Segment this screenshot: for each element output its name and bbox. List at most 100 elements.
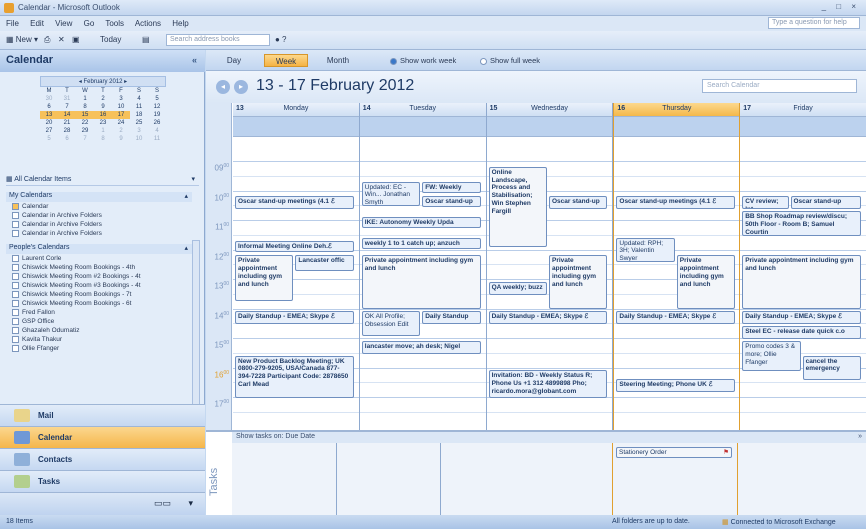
menu-view[interactable]: View — [55, 19, 72, 28]
show-work-week-radio[interactable]: Show work week — [390, 56, 456, 65]
mini-calendar-day[interactable]: 19 — [148, 111, 166, 119]
calendar-checkbox[interactable] — [12, 273, 19, 280]
all-day-area[interactable] — [614, 117, 740, 137]
mini-calendar-day[interactable]: 8 — [76, 103, 94, 111]
new-button[interactable]: ▦ New ▾ — [6, 35, 38, 44]
nav-button-calendar[interactable]: Calendar — [0, 426, 205, 448]
calendar-event[interactable]: Private appointment including gym and lu… — [235, 255, 294, 301]
calendar-event[interactable]: Private appointment including gym and lu… — [676, 255, 736, 310]
address-search-input[interactable]: Search address books — [166, 34, 270, 46]
calendar-event[interactable]: Lancaster offic — [295, 255, 354, 272]
mini-calendar-day[interactable]: 22 — [76, 119, 94, 127]
calendar-event[interactable]: lancaster move; ah desk; Nigel — [361, 340, 481, 354]
mini-calendar-day[interactable]: 29 — [76, 127, 94, 135]
day-column[interactable]: 16 Thursday Oscar stand-up meetings (4.1 ℰ… — [613, 103, 741, 430]
calendar-event[interactable]: Steel EC - release date quick c.o — [742, 326, 861, 339]
my-calendar-item[interactable]: Calendar — [12, 203, 48, 212]
today-button[interactable]: Today — [100, 35, 121, 44]
nav-button-tasks[interactable]: Tasks — [0, 470, 205, 492]
peoples-calendars-header[interactable]: People's Calendars ▴ — [6, 244, 192, 254]
peoples-calendar-item[interactable]: Chiswick Meeting Room Bookings - 4th — [12, 264, 135, 273]
calendar-event[interactable]: Informal Meeting Online Deh.ℰ — [235, 240, 354, 252]
calendar-checkbox[interactable] — [12, 291, 19, 298]
calendar-event[interactable]: IKE: Autonomy Weekly Upda — [361, 217, 481, 229]
previous-week-button[interactable]: ◂ — [216, 80, 230, 94]
mini-calendar-day[interactable]: 21 — [58, 119, 76, 127]
calendar-checkbox[interactable] — [12, 264, 19, 271]
calendar-event[interactable]: Promo codes 3 & more; Ollie Ffanger — [742, 340, 801, 372]
mini-calendar-day[interactable]: 9 — [94, 103, 112, 111]
calendar-event[interactable]: Daily Standup - EMEA; Skype ℰ — [616, 311, 736, 325]
peoples-calendar-item[interactable]: Chiswick Meeting Room Bookings - 6t — [12, 300, 131, 309]
my-calendars-header[interactable]: My Calendars ▴ — [6, 192, 192, 202]
calendar-checkbox[interactable] — [12, 221, 19, 228]
calendar-event[interactable]: Updated: RPH; 3H; Valentin Swyer — [616, 237, 675, 263]
calendar-event[interactable]: weekly 1 to 1 catch up; anzuch — [361, 237, 481, 249]
my-calendar-item[interactable]: Calendar in Archive Folders — [12, 221, 102, 230]
flag-icon[interactable]: ⚑ — [723, 449, 729, 457]
all-day-area[interactable] — [486, 117, 613, 137]
day-column[interactable]: 13 Monday Oscar stand-up meetings (4.1 ℰ In… — [233, 103, 360, 430]
calendar-checkbox[interactable] — [12, 212, 19, 219]
mini-calendar-day[interactable]: 2 — [112, 127, 130, 135]
calendar-checkbox[interactable] — [12, 345, 19, 352]
mini-calendar-day[interactable]: 12 — [148, 103, 166, 111]
calendar-checkbox[interactable] — [12, 336, 19, 343]
menu-edit[interactable]: Edit — [30, 19, 44, 28]
task-item[interactable]: Stationery Order ⚑ — [616, 447, 732, 458]
window-controls[interactable]: _ □ × — [822, 2, 860, 11]
calendar-checkbox[interactable] — [12, 282, 19, 289]
calendar-event[interactable]: BB Shop Roadmap review/discu; 50th Floor… — [742, 211, 861, 236]
day-header[interactable]: 17 Friday — [740, 103, 866, 117]
peoples-calendar-item[interactable]: Chiswick Meeting Room #3 Bookings - 4t — [12, 282, 141, 291]
peoples-calendar-item[interactable]: Chiswick Meeting Room Bookings - 7t — [12, 291, 131, 300]
calendar-checkbox[interactable] — [12, 300, 19, 307]
mini-calendar-day[interactable]: 1 — [76, 95, 94, 103]
delete-icon[interactable]: ✕ — [58, 35, 65, 44]
search-calendar-input[interactable]: Search Calendar — [702, 79, 857, 93]
all-day-area[interactable] — [740, 117, 866, 137]
calendar-event[interactable]: Daily Standup - EMEA; Skype ℰ — [488, 311, 608, 325]
mini-calendar-day[interactable]: 17 — [112, 111, 130, 119]
mini-calendar-day[interactable]: 27 — [40, 127, 58, 135]
calendar-event[interactable]: Invitation: BD - Weekly Status R; Phone … — [488, 370, 608, 398]
mini-calendar-day[interactable]: 15 — [76, 111, 94, 119]
calendar-checkbox[interactable] — [12, 203, 19, 210]
calendar-checkbox[interactable] — [12, 327, 19, 334]
mini-calendar-day[interactable]: 6 — [40, 103, 58, 111]
all-day-area[interactable] — [359, 117, 486, 137]
mini-calendar-day[interactable]: 7 — [76, 135, 94, 143]
mini-calendar-day[interactable]: 11 — [130, 103, 148, 111]
my-calendar-item[interactable]: Calendar in Archive Folders — [12, 230, 102, 239]
calendar-event[interactable]: CV review; Int — [742, 196, 789, 210]
calendar-event[interactable]: Online Landscape, Process and Stabilisat… — [488, 166, 547, 248]
mini-calendar-day[interactable]: 8 — [94, 135, 112, 143]
mini-calendar-day[interactable]: 10 — [130, 135, 148, 143]
peoples-calendar-item[interactable]: Ollie Ffanger — [12, 345, 59, 354]
calendar-checkbox[interactable] — [12, 318, 19, 325]
folder-icons[interactable]: ▭▭ — [154, 498, 171, 509]
day-column[interactable]: 17Friday CV review; IntOscar stand-upBB S… — [740, 103, 866, 430]
calendar-event[interactable]: Oscar stand-up — [790, 196, 861, 210]
calendar-checkbox[interactable] — [12, 230, 19, 237]
peoples-calendar-item[interactable]: GSP Office — [12, 318, 54, 327]
calendar-event[interactable]: Daily Standup — [422, 311, 481, 325]
next-week-button[interactable]: ▸ — [234, 80, 248, 94]
calendar-event[interactable]: QA weekly; buzz — [488, 281, 547, 295]
calendar-event[interactable]: Oscar stand-up — [548, 196, 608, 210]
mini-calendar-day[interactable]: 18 — [130, 111, 148, 119]
calendar-event[interactable]: Oscar stand-up meetings (4.1 ℰ — [616, 196, 736, 210]
mini-calendar-day[interactable]: 4 — [148, 127, 166, 135]
mini-calendar-day[interactable]: 20 — [40, 119, 58, 127]
show-full-week-radio[interactable]: Show full week — [480, 56, 540, 65]
peoples-calendar-item[interactable]: Chiswick Meeting Room #2 Bookings - 4t — [12, 273, 141, 282]
calendar-event[interactable]: OK All Profile; Obsession Edit — [361, 311, 421, 336]
menu-tools[interactable]: Tools — [105, 19, 124, 28]
tab-week[interactable]: Week — [264, 54, 308, 67]
mini-calendar-day[interactable]: 23 — [94, 119, 112, 127]
menu-go[interactable]: Go — [84, 19, 95, 28]
mini-calendar-day[interactable]: 16 — [94, 111, 112, 119]
mini-calendar-day[interactable]: 5 — [148, 95, 166, 103]
menu-help[interactable]: Help — [172, 19, 188, 28]
calendar-event[interactable]: Oscar stand-up — [422, 196, 481, 208]
